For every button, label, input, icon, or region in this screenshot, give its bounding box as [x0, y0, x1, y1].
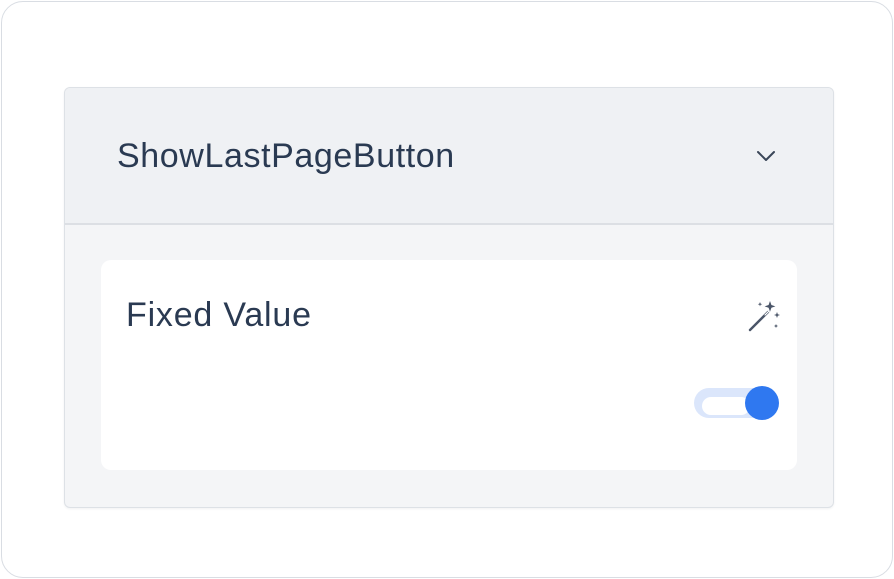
fixed-value-card: Fixed Value	[101, 260, 797, 470]
magic-wand-icon[interactable]	[746, 298, 782, 334]
panel-title: ShowLastPageButton	[117, 137, 455, 175]
field-label: Fixed Value	[126, 296, 312, 334]
chevron-down-icon[interactable]	[755, 148, 777, 164]
container-frame: ShowLastPageButton Fixed Value	[1, 1, 893, 578]
fixed-value-toggle[interactable]	[694, 385, 782, 421]
toggle-track-inner	[702, 397, 750, 415]
panel-header[interactable]: ShowLastPageButton	[65, 88, 833, 225]
property-panel: ShowLastPageButton Fixed Value	[64, 87, 834, 508]
toggle-knob	[745, 386, 779, 420]
